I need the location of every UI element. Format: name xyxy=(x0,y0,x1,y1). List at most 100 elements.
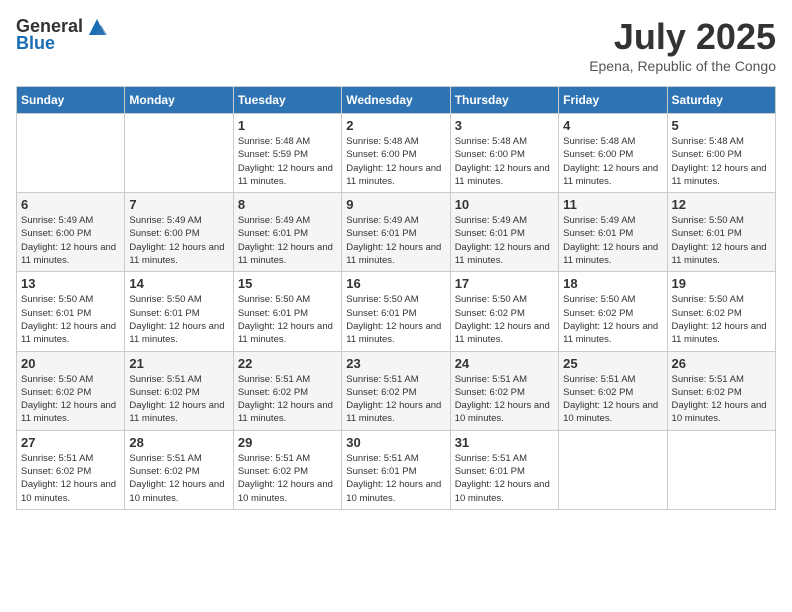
calendar-week-row: 20Sunrise: 5:50 AM Sunset: 6:02 PM Dayli… xyxy=(17,351,776,430)
calendar-cell: 19Sunrise: 5:50 AM Sunset: 6:02 PM Dayli… xyxy=(667,272,775,351)
calendar-cell: 10 Sunrise: 5:49 AM Sunset: 6:01 PM Dayli… xyxy=(450,193,558,272)
day-number: 25 xyxy=(563,356,662,371)
calendar-cell: 16 Sunrise: 5:50 AM Sunset: 6:01 PM Dayli… xyxy=(342,272,450,351)
day-number: 16 xyxy=(346,276,445,291)
day-info: Sunrise: 5:50 AM Sunset: 6:01 PM Dayligh… xyxy=(238,293,337,346)
calendar-cell: 21 Sunrise: 5:51 AM Sunset: 6:02 PM Dayli… xyxy=(125,351,233,430)
calendar-cell: 6Sunrise: 5:49 AM Sunset: 6:00 PM Daylig… xyxy=(17,193,125,272)
weekday-header: Saturday xyxy=(667,87,775,114)
calendar-cell: 17 Sunrise: 5:50 AM Sunset: 6:02 PM Dayli… xyxy=(450,272,558,351)
calendar-cell: 23 Sunrise: 5:51 AM Sunset: 6:02 PM Dayli… xyxy=(342,351,450,430)
calendar-cell xyxy=(125,114,233,193)
day-number: 26 xyxy=(672,356,771,371)
day-number: 7 xyxy=(129,197,228,212)
day-number: 15 xyxy=(238,276,337,291)
day-info: Sunrise: 5:49 AM Sunset: 6:01 PM Dayligh… xyxy=(238,214,337,267)
calendar-cell: 3 Sunrise: 5:48 AM Sunset: 6:00 PM Daylig… xyxy=(450,114,558,193)
calendar-week-row: 6 Sunrise: 5:49 AM Sunset: 6:00 PM Daylig… xyxy=(17,193,776,272)
calendar-cell xyxy=(17,114,125,193)
page-header: General Blue July 2025 Epena, Republic o… xyxy=(16,16,776,74)
day-number: 28 xyxy=(129,435,228,450)
day-number: 14 xyxy=(129,276,228,291)
day-info: Sunrise: 5:48 AM Sunset: 6:00 PM Dayligh… xyxy=(455,135,554,188)
calendar-cell xyxy=(559,430,667,509)
calendar-cell: 13 Sunrise: 5:50 AM Sunset: 6:01 PM Dayli… xyxy=(17,272,125,351)
calendar-cell: 27 Sunrise: 5:51 AM Sunset: 6:02 PM Dayli… xyxy=(17,430,125,509)
calendar-cell: 2 Sunrise: 5:48 AM Sunset: 6:00 PM Daylig… xyxy=(342,114,450,193)
day-info: Sunrise: 5:48 AM Sunset: 6:00 PM Dayligh… xyxy=(563,135,662,188)
calendar-cell: 11Sunrise: 5:49 AM Sunset: 6:01 PM Dayli… xyxy=(559,193,667,272)
day-info: Sunrise: 5:51 AM Sunset: 6:02 PM Dayligh… xyxy=(672,373,771,426)
day-number: 20 xyxy=(21,356,120,371)
day-info: Sunrise: 5:49 AM Sunset: 6:01 PM Dayligh… xyxy=(346,214,445,267)
calendar-header-row: SundayMondayTuesdayWednesdayThursdayFrid… xyxy=(17,87,776,114)
day-info: Sunrise: 5:48 AM Sunset: 6:00 PM Dayligh… xyxy=(672,135,771,188)
day-info: Sunrise: 5:50 AM Sunset: 6:01 PM Dayligh… xyxy=(21,293,120,346)
day-info: Sunrise: 5:50 AM Sunset: 6:02 PM Dayligh… xyxy=(563,293,662,346)
location-subtitle: Epena, Republic of the Congo xyxy=(589,58,776,74)
day-info: Sunrise: 5:49 AM Sunset: 6:01 PM Dayligh… xyxy=(455,214,554,267)
calendar-cell: 18 Sunrise: 5:50 AM Sunset: 6:02 PM Dayli… xyxy=(559,272,667,351)
calendar-cell: 29 Sunrise: 5:51 AM Sunset: 6:02 PM Dayli… xyxy=(233,430,341,509)
calendar-week-row: 27 Sunrise: 5:51 AM Sunset: 6:02 PM Dayli… xyxy=(17,430,776,509)
calendar-cell: 28 Sunrise: 5:51 AM Sunset: 6:02 PM Dayli… xyxy=(125,430,233,509)
calendar-cell: 12Sunrise: 5:50 AM Sunset: 6:01 PM Dayli… xyxy=(667,193,775,272)
calendar-week-row: 13 Sunrise: 5:50 AM Sunset: 6:01 PM Dayli… xyxy=(17,272,776,351)
day-number: 12 xyxy=(672,197,771,212)
day-info: Sunrise: 5:51 AM Sunset: 6:02 PM Dayligh… xyxy=(238,452,337,505)
calendar-cell: 5 Sunrise: 5:48 AM Sunset: 6:00 PM Daylig… xyxy=(667,114,775,193)
day-info: Sunrise: 5:50 AM Sunset: 6:01 PM Dayligh… xyxy=(346,293,445,346)
day-number: 13 xyxy=(21,276,120,291)
day-info: Sunrise: 5:50 AM Sunset: 6:02 PM Dayligh… xyxy=(455,293,554,346)
title-section: July 2025 Epena, Republic of the Congo xyxy=(589,16,776,74)
day-info: Sunrise: 5:51 AM Sunset: 6:02 PM Dayligh… xyxy=(455,373,554,426)
day-number: 30 xyxy=(346,435,445,450)
day-info: Sunrise: 5:50 AM Sunset: 6:02 PM Dayligh… xyxy=(672,293,771,346)
day-number: 3 xyxy=(455,118,554,133)
calendar-cell: 25 Sunrise: 5:51 AM Sunset: 6:02 PM Dayli… xyxy=(559,351,667,430)
calendar-cell xyxy=(667,430,775,509)
day-info: Sunrise: 5:51 AM Sunset: 6:01 PM Dayligh… xyxy=(455,452,554,505)
day-number: 5 xyxy=(672,118,771,133)
day-info: Sunrise: 5:49 AM Sunset: 6:00 PM Dayligh… xyxy=(129,214,228,267)
day-info: Sunrise: 5:51 AM Sunset: 6:02 PM Dayligh… xyxy=(346,373,445,426)
day-number: 10 xyxy=(455,197,554,212)
logo-icon xyxy=(85,17,109,37)
day-number: 18 xyxy=(563,276,662,291)
day-number: 6 xyxy=(21,197,120,212)
calendar-cell: 9 Sunrise: 5:49 AM Sunset: 6:01 PM Daylig… xyxy=(342,193,450,272)
day-number: 22 xyxy=(238,356,337,371)
calendar-cell: 31 Sunrise: 5:51 AM Sunset: 6:01 PM Dayli… xyxy=(450,430,558,509)
weekday-header: Friday xyxy=(559,87,667,114)
day-number: 2 xyxy=(346,118,445,133)
calendar-table: SundayMondayTuesdayWednesdayThursdayFrid… xyxy=(16,86,776,510)
day-number: 4 xyxy=(563,118,662,133)
day-number: 24 xyxy=(455,356,554,371)
day-info: Sunrise: 5:48 AM Sunset: 6:00 PM Dayligh… xyxy=(346,135,445,188)
logo-blue: Blue xyxy=(16,33,55,54)
day-info: Sunrise: 5:51 AM Sunset: 6:02 PM Dayligh… xyxy=(129,373,228,426)
day-number: 9 xyxy=(346,197,445,212)
day-number: 27 xyxy=(21,435,120,450)
calendar-cell: 14Sunrise: 5:50 AM Sunset: 6:01 PM Dayli… xyxy=(125,272,233,351)
day-number: 17 xyxy=(455,276,554,291)
calendar-cell: 8Sunrise: 5:49 AM Sunset: 6:01 PM Daylig… xyxy=(233,193,341,272)
day-info: Sunrise: 5:51 AM Sunset: 6:02 PM Dayligh… xyxy=(129,452,228,505)
day-info: Sunrise: 5:51 AM Sunset: 6:02 PM Dayligh… xyxy=(238,373,337,426)
day-number: 29 xyxy=(238,435,337,450)
day-number: 31 xyxy=(455,435,554,450)
day-number: 23 xyxy=(346,356,445,371)
weekday-header: Monday xyxy=(125,87,233,114)
day-info: Sunrise: 5:51 AM Sunset: 6:02 PM Dayligh… xyxy=(563,373,662,426)
calendar-cell: 20Sunrise: 5:50 AM Sunset: 6:02 PM Dayli… xyxy=(17,351,125,430)
month-title: July 2025 xyxy=(589,16,776,58)
calendar-cell: 30Sunrise: 5:51 AM Sunset: 6:01 PM Dayli… xyxy=(342,430,450,509)
calendar-cell: 1Sunrise: 5:48 AM Sunset: 5:59 PM Daylig… xyxy=(233,114,341,193)
calendar-cell: 22 Sunrise: 5:51 AM Sunset: 6:02 PM Dayli… xyxy=(233,351,341,430)
day-number: 21 xyxy=(129,356,228,371)
weekday-header: Sunday xyxy=(17,87,125,114)
calendar-cell: 4 Sunrise: 5:48 AM Sunset: 6:00 PM Daylig… xyxy=(559,114,667,193)
day-number: 11 xyxy=(563,197,662,212)
day-info: Sunrise: 5:51 AM Sunset: 6:02 PM Dayligh… xyxy=(21,452,120,505)
calendar-week-row: 1Sunrise: 5:48 AM Sunset: 5:59 PM Daylig… xyxy=(17,114,776,193)
